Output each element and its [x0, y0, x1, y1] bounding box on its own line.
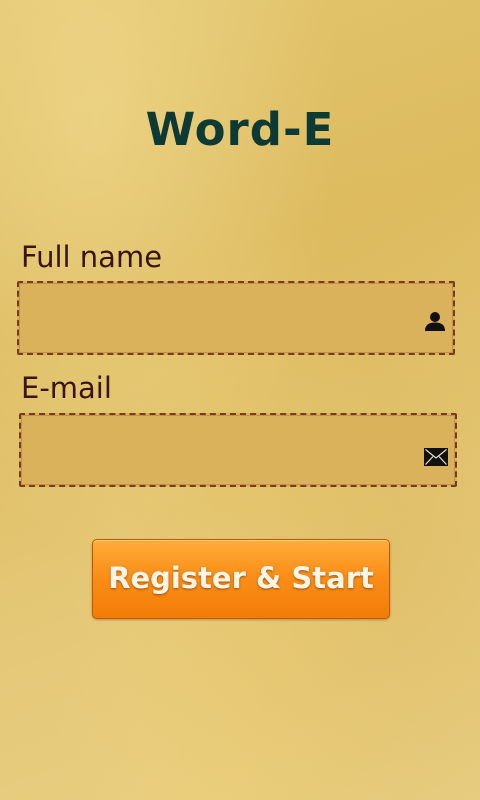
person-icon [425, 312, 445, 331]
envelope-icon [424, 448, 448, 466]
full-name-label: Full name [21, 240, 163, 274]
email-input[interactable] [31, 415, 411, 485]
app-title: Word-E [145, 103, 335, 156]
email-label: E-mail [21, 371, 112, 405]
full-name-field[interactable] [17, 281, 455, 355]
email-field[interactable] [19, 413, 457, 487]
register-start-button[interactable]: Register & Start [92, 539, 390, 619]
full-name-input[interactable] [29, 283, 409, 353]
